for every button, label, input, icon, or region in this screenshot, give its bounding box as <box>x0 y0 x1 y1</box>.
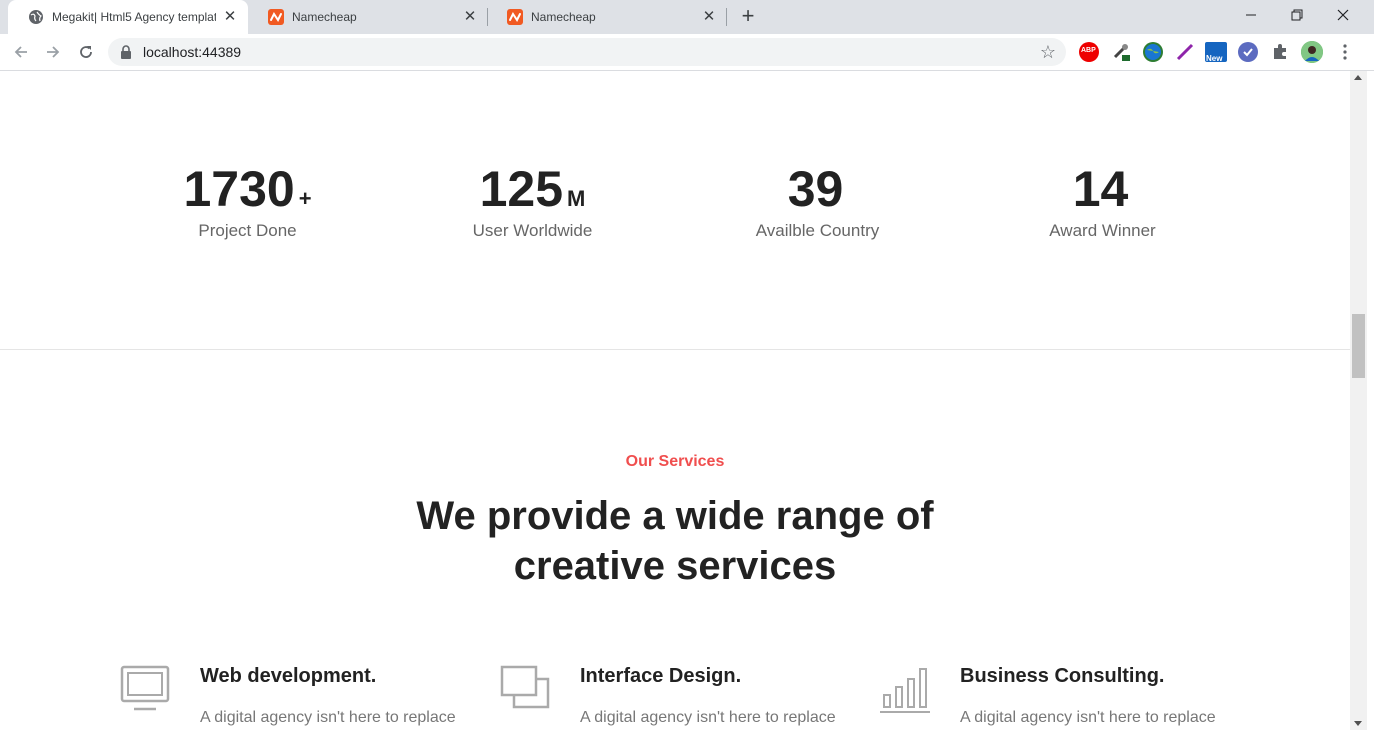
bar-chart-icon <box>880 668 930 713</box>
service-title: Interface Design. <box>580 665 742 687</box>
tab-title: Namecheap <box>531 10 596 24</box>
minimize-button[interactable] <box>1228 0 1274 30</box>
tab-title: Namecheap <box>292 10 357 24</box>
new-tab-button[interactable]: + <box>737 5 759 27</box>
globe-extension-icon[interactable] <box>1143 42 1163 62</box>
stat-project-done: 1730 + Project Done <box>105 161 390 241</box>
back-button[interactable] <box>9 40 33 64</box>
stat-value: 1730 <box>183 161 295 217</box>
page-content: 1730 + Project Done 125 M User Worldwide 3… <box>0 71 1350 730</box>
stat-value-row: 1730 + <box>105 161 390 217</box>
tab-namecheap-2[interactable]: Namecheap ✕ <box>487 0 727 34</box>
browser-toolbar: localhost:44389 ☆ ABP New <box>0 34 1374 71</box>
tab-namecheap-1[interactable]: Namecheap ✕ <box>248 0 488 34</box>
close-icon[interactable]: ✕ <box>701 9 717 25</box>
stat-value: 125 <box>479 161 564 217</box>
namecheap-icon <box>507 9 523 25</box>
arrow-left-icon <box>14 46 27 58</box>
close-icon[interactable]: ✕ <box>462 9 478 25</box>
tab-megakit[interactable]: Megakit| Html5 Agency template ✕ <box>8 0 248 34</box>
scroll-up-icon[interactable] <box>1354 75 1362 80</box>
stat-label: Project Done <box>198 221 297 240</box>
page-scrollbar[interactable] <box>1350 71 1367 730</box>
service-description: A digital agency isn't here to replace <box>960 709 1216 726</box>
restore-button[interactable] <box>1274 0 1320 30</box>
stat-label: Availble Country <box>755 221 880 240</box>
minimize-icon <box>1246 14 1256 16</box>
stat-value: 39 <box>787 161 844 217</box>
adblock-extension-icon[interactable]: ABP <box>1079 42 1099 62</box>
new-extension-icon[interactable]: New <box>1205 42 1227 63</box>
close-icon[interactable]: ✕ <box>222 9 238 25</box>
close-icon <box>1337 9 1349 21</box>
arrow-right-icon <box>47 46 60 58</box>
reload-icon <box>80 46 92 58</box>
reload-button[interactable] <box>74 40 98 64</box>
restore-icon <box>1291 9 1303 21</box>
feather-extension-icon[interactable] <box>1175 42 1195 62</box>
tab-separator <box>726 8 727 26</box>
more-vertical-icon <box>1343 44 1347 60</box>
scroll-down-icon[interactable] <box>1354 721 1362 726</box>
lock-icon <box>121 45 131 59</box>
stat-label: Award Winner <box>1049 221 1156 240</box>
service-title: Business Consulting. <box>960 665 1165 687</box>
stat-suffix: + <box>298 186 312 211</box>
stat-label: User Worldwide <box>472 221 593 240</box>
section-divider <box>0 349 1350 350</box>
stat-value-row: 125 M <box>390 161 675 217</box>
services-subheading: Our Services <box>625 453 725 470</box>
monitor-icon <box>120 665 170 711</box>
stat-value-row: 14 <box>960 161 1245 217</box>
stat-awards: 14 Award Winner <box>960 161 1245 241</box>
url-text: localhost:44389 <box>143 44 242 60</box>
windows-icon <box>500 665 550 709</box>
services-heading: We provide a wide range of creative serv… <box>416 494 934 588</box>
globe-icon <box>29 10 43 24</box>
browser-menu-button[interactable] <box>1333 40 1357 64</box>
service-title: Web development. <box>200 665 377 687</box>
profile-avatar[interactable] <box>1301 41 1323 63</box>
tab-title: Megakit| Html5 Agency template <box>52 10 216 24</box>
stat-users: 125 M User Worldwide <box>390 161 675 241</box>
scrollbar-thumb[interactable] <box>1352 314 1365 378</box>
stat-value: 14 <box>1072 161 1129 217</box>
tab-strip: Megakit| Html5 Agency template ✕ Nameche… <box>0 0 1374 34</box>
wrench-extension-icon[interactable] <box>1112 42 1132 62</box>
service-description: A digital agency isn't here to replace <box>580 709 836 726</box>
stat-countries: 39 Availble Country <box>675 161 960 241</box>
service-description: A digital agency isn't here to replace <box>200 709 456 726</box>
close-window-button[interactable] <box>1320 0 1366 30</box>
namecheap-icon <box>268 9 284 25</box>
new-badge: New <box>1206 54 1223 63</box>
bookmark-star-icon[interactable]: ☆ <box>1040 42 1056 63</box>
check-extension-icon[interactable] <box>1238 42 1258 62</box>
stat-value-row: 39 <box>675 161 960 217</box>
stat-suffix: M <box>567 186 586 211</box>
forward-button[interactable] <box>41 40 65 64</box>
puzzle-extensions-icon[interactable] <box>1270 42 1290 62</box>
address-bar[interactable]: localhost:44389 ☆ <box>108 38 1066 66</box>
